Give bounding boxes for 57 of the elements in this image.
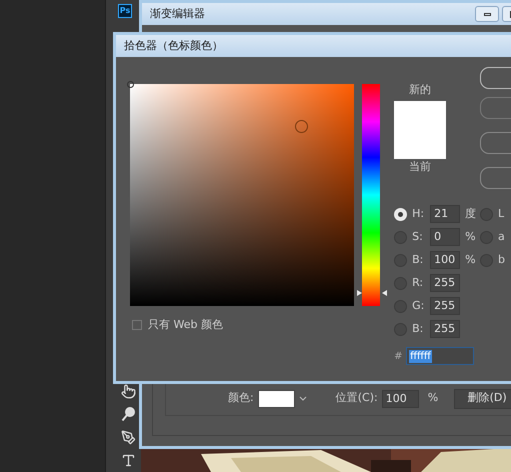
dialog-button[interactable] bbox=[480, 67, 511, 89]
web-colors-label: 只有 Web 颜色 bbox=[148, 317, 223, 333]
app-logo: Ps bbox=[118, 4, 132, 18]
radio-button[interactable] bbox=[394, 208, 408, 220]
value-field[interactable]: 255 bbox=[430, 320, 460, 338]
new-color-swatch bbox=[394, 100, 446, 130]
finger-tool-icon[interactable] bbox=[121, 384, 136, 399]
field-label: L bbox=[498, 206, 504, 222]
value-field[interactable]: 255 bbox=[430, 274, 460, 292]
radio-button[interactable] bbox=[394, 254, 408, 266]
field-label: B: bbox=[412, 252, 424, 268]
color-marker-icon bbox=[127, 81, 134, 88]
dialog-button[interactable] bbox=[480, 167, 511, 189]
saturation-brightness-field[interactable] bbox=[130, 84, 354, 306]
radio-button[interactable] bbox=[394, 276, 408, 290]
radio-button[interactable] bbox=[394, 230, 408, 244]
web-colors-checkbox[interactable] bbox=[132, 320, 142, 330]
color-swatch[interactable] bbox=[258, 390, 295, 408]
radio-button[interactable] bbox=[394, 322, 408, 336]
value-field[interactable]: 255 bbox=[430, 297, 460, 315]
radio-button[interactable] bbox=[480, 208, 493, 220]
field-label: b bbox=[498, 252, 505, 268]
pen-tool-icon[interactable] bbox=[121, 430, 136, 445]
percent-label: % bbox=[428, 390, 438, 406]
location-label: 位置(C): bbox=[336, 390, 378, 406]
dialog-button[interactable] bbox=[480, 132, 511, 154]
unit-label: % bbox=[465, 228, 476, 245]
value-field[interactable]: 21 bbox=[430, 205, 460, 223]
delete-button[interactable]: 删除(D) bbox=[454, 388, 511, 408]
dialog-title: 拾色器（色标颜色） bbox=[124, 38, 223, 54]
hex-label: # bbox=[394, 350, 404, 364]
field-label: a bbox=[498, 228, 505, 245]
unit-label: % bbox=[465, 252, 476, 268]
type-tool-icon[interactable] bbox=[121, 453, 136, 468]
current-label: 当前 bbox=[409, 158, 432, 174]
field-label: B: bbox=[412, 320, 424, 337]
dodge-tool-icon[interactable] bbox=[121, 407, 136, 422]
field-label: S: bbox=[412, 228, 424, 245]
field-label: G: bbox=[412, 298, 426, 314]
minimize-button[interactable] bbox=[475, 6, 499, 22]
hue-slider-handle[interactable] bbox=[357, 288, 387, 297]
field-label: R: bbox=[412, 274, 424, 291]
value-field[interactable]: 100 bbox=[430, 251, 460, 269]
field-label: H: bbox=[412, 206, 426, 222]
unit-label: 度 bbox=[465, 206, 476, 222]
new-label: 新的 bbox=[409, 82, 432, 98]
current-color-swatch bbox=[394, 130, 446, 158]
radio-button[interactable] bbox=[394, 300, 408, 312]
location-field[interactable]: 100 bbox=[382, 390, 419, 408]
window-title: 渐变编辑器 bbox=[150, 6, 205, 22]
hue-slider[interactable] bbox=[357, 84, 384, 306]
value-field[interactable]: 0 bbox=[430, 228, 460, 246]
radio-button[interactable] bbox=[480, 254, 493, 266]
radio-button[interactable] bbox=[480, 230, 493, 244]
caret-icon[interactable] bbox=[298, 396, 307, 402]
color-label: 颜色: bbox=[228, 390, 254, 406]
hex-field[interactable]: ffffff bbox=[406, 347, 474, 365]
